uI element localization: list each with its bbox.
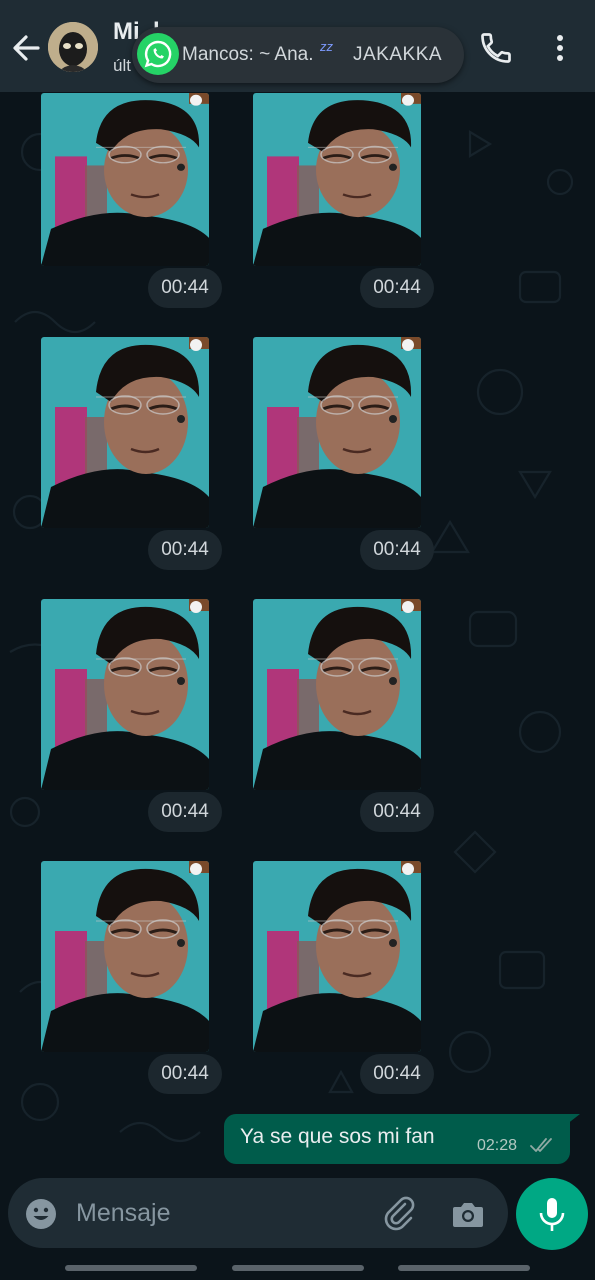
photo-message[interactable] [253,599,421,790]
phone-icon [481,33,511,63]
notification-message: JAKAKKA [353,44,443,65]
photo-message[interactable] [41,861,209,1052]
voice-record-button[interactable] [516,1178,588,1250]
photo-message[interactable] [41,599,209,790]
message-time: 02:28 [477,1137,518,1154]
bubble-tail [562,1114,580,1128]
selfie-image [253,93,421,266]
emoji-icon [26,1199,56,1229]
photo-timestamp: 00:44 [148,530,222,570]
photo-timestamp: 00:44 [360,792,434,832]
avatar[interactable] [48,22,98,72]
camera-icon [453,1203,483,1227]
selfie-image [253,599,421,790]
double-check-icon [530,1138,552,1152]
photo-timestamp: 00:44 [360,268,434,308]
photo-message[interactable] [41,93,209,266]
selfie-image [253,861,421,1052]
emoji-button[interactable] [24,1197,58,1231]
selfie-image [41,599,209,790]
more-vertical-icon [557,35,563,61]
selfie-image [41,93,209,266]
camera-button[interactable] [449,1195,487,1233]
selfie-image [41,337,209,528]
nav-bar-home[interactable] [232,1265,364,1271]
photo-message[interactable] [253,93,421,266]
arrow-left-icon [13,35,40,61]
voice-call-button[interactable] [478,30,514,66]
photo-timestamp: 00:44 [148,792,222,832]
selfie-image [253,337,421,528]
more-options-button[interactable] [548,30,572,66]
photo-timestamp: 00:44 [360,1054,434,1094]
photo-timestamp: 00:44 [148,268,222,308]
contact-status: últ [113,56,131,75]
message-composer [8,1178,508,1248]
back-button[interactable] [8,28,46,68]
photo-message[interactable] [253,337,421,528]
attach-button[interactable] [382,1194,422,1234]
microphone-icon [539,1198,565,1231]
selfie-image [41,861,209,1052]
message-notification[interactable]: Mancos: ~ Ana. zz JAKAKKA [132,27,464,83]
message-text: Ya se que sos mi fan [240,1125,435,1148]
photo-timestamp: 00:44 [360,530,434,570]
sleep-mark: zz [320,39,333,54]
nav-bar-left [65,1265,197,1271]
photo-message[interactable] [253,861,421,1052]
photo-message[interactable] [41,337,209,528]
outgoing-message[interactable]: Ya se que sos mi fan 02:28 [224,1114,570,1164]
notification-sender: Mancos: ~ Ana. [182,44,314,65]
message-input[interactable] [76,1195,366,1231]
nav-bar-right [398,1265,530,1271]
paperclip-icon [384,1196,415,1231]
whatsapp-icon [137,33,179,75]
photo-timestamp: 00:44 [148,1054,222,1094]
